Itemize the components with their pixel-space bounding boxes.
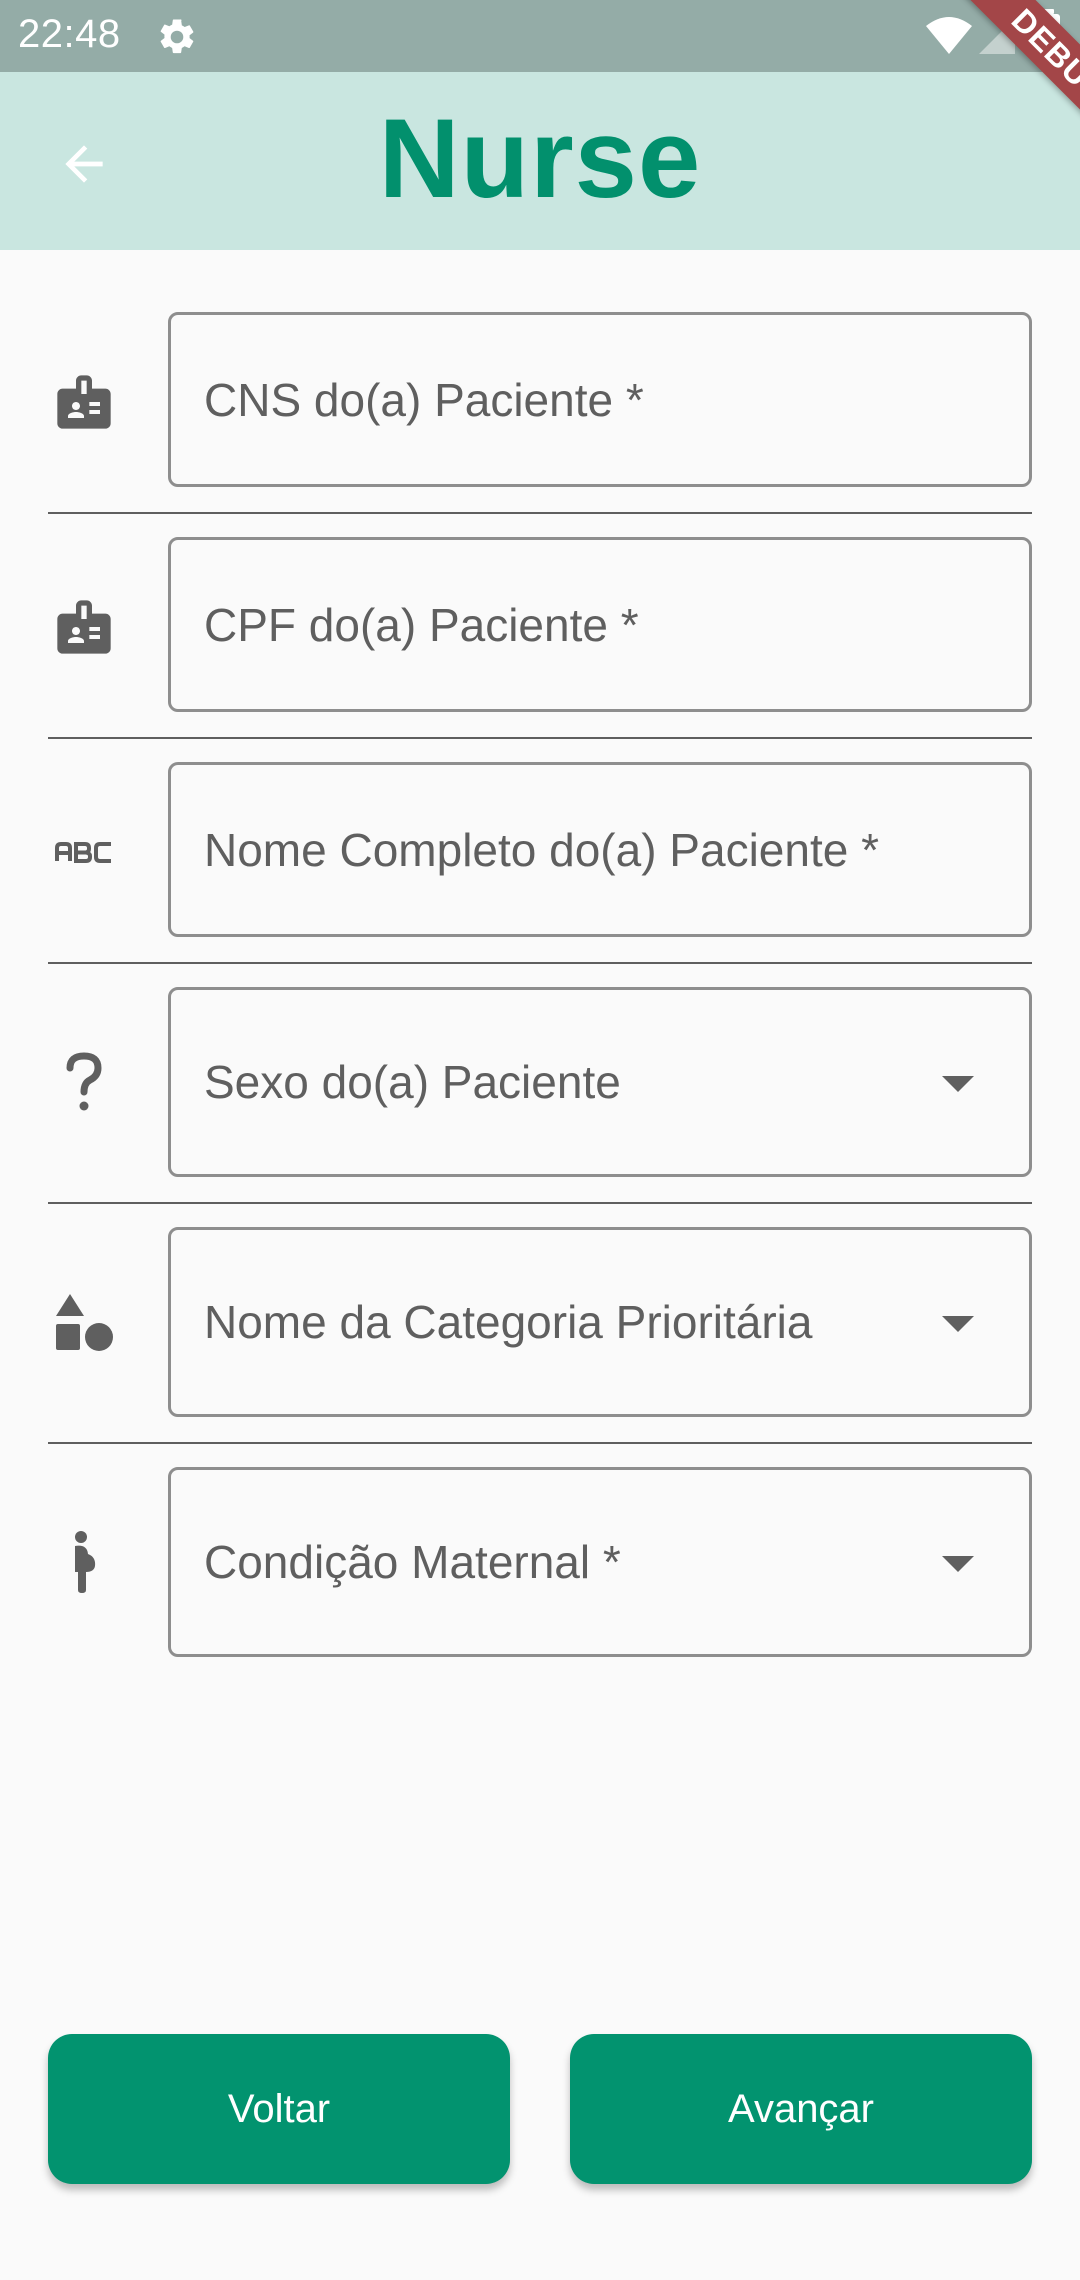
pregnant-woman-icon: [44, 1522, 124, 1602]
status-time: 22:48: [18, 12, 121, 56]
maternal-condition-select-value: Condição Maternal *: [204, 1536, 621, 1588]
next-button[interactable]: Avançar: [570, 2034, 1032, 2184]
dropdown-arrow-icon: [942, 1076, 974, 1092]
status-bar: 22:48: [0, 0, 1080, 72]
sex-select-value: Sexo do(a) Paciente: [204, 1056, 621, 1108]
page-title: Nurse: [378, 96, 702, 221]
back-button[interactable]: Voltar: [48, 2034, 510, 2184]
sex-select[interactable]: Sexo do(a) Paciente: [168, 987, 1032, 1177]
cpf-input[interactable]: CPF do(a) Paciente *: [168, 537, 1032, 712]
wifi-icon: [926, 17, 972, 54]
divider: [48, 737, 1032, 739]
question-mark-icon: [44, 1042, 124, 1122]
battery-icon: [1038, 9, 1060, 56]
cpf-input-placeholder: CPF do(a) Paciente *: [204, 599, 639, 651]
badge-icon: [44, 587, 124, 667]
dropdown-arrow-icon: [942, 1316, 974, 1332]
priority-category-select[interactable]: Nome da Categoria Prioritária: [168, 1227, 1032, 1417]
gear-icon: [160, 19, 194, 54]
dropdown-arrow-icon: [942, 1556, 974, 1572]
divider: [48, 962, 1032, 964]
badge-icon: [44, 362, 124, 442]
divider: [48, 1442, 1032, 1444]
full-name-input[interactable]: Nome Completo do(a) Paciente *: [168, 762, 1032, 937]
cns-input[interactable]: CNS do(a) Paciente *: [168, 312, 1032, 487]
category-shapes-icon: [44, 1282, 124, 1362]
divider: [48, 512, 1032, 514]
priority-category-select-value: Nome da Categoria Prioritária: [204, 1296, 813, 1348]
abc-icon: [44, 812, 124, 892]
maternal-condition-select[interactable]: Condição Maternal *: [168, 1467, 1032, 1657]
signal-icon: [979, 18, 1015, 54]
full-name-input-placeholder: Nome Completo do(a) Paciente *: [204, 824, 879, 876]
divider: [48, 1202, 1032, 1204]
cns-input-placeholder: CNS do(a) Paciente *: [204, 374, 644, 426]
app-bar: Nurse: [0, 72, 1080, 250]
